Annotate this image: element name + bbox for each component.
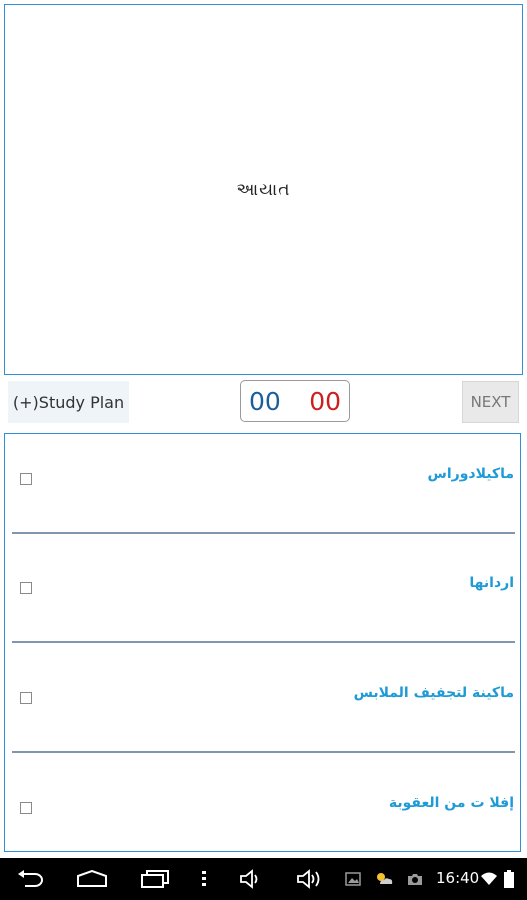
recent-apps-icon[interactable] bbox=[140, 866, 170, 892]
status-clock: 16:40 bbox=[436, 869, 480, 887]
back-icon[interactable] bbox=[16, 866, 46, 892]
option-label: ماكينة لتجفيف الملابس bbox=[353, 685, 514, 701]
weather-icon bbox=[374, 866, 394, 892]
study-plan-button[interactable]: (+)Study Plan bbox=[8, 381, 129, 423]
option-label: اردانها bbox=[469, 575, 514, 591]
question-card: આયાત bbox=[4, 4, 523, 375]
option-row[interactable]: ماكيلادوراس bbox=[5, 434, 520, 544]
wifi-icon bbox=[480, 866, 498, 892]
timer-seconds: 00 bbox=[309, 386, 341, 416]
timer-minutes: 00 bbox=[249, 386, 281, 416]
option-divider bbox=[12, 751, 515, 753]
next-button[interactable]: NEXT bbox=[462, 381, 519, 423]
option-checkbox[interactable] bbox=[20, 692, 32, 704]
option-divider bbox=[12, 532, 515, 534]
menu-icon[interactable] bbox=[196, 866, 212, 892]
volume-up-icon[interactable] bbox=[296, 866, 324, 892]
gallery-icon bbox=[344, 866, 362, 892]
volume-down-icon[interactable] bbox=[238, 866, 264, 892]
question-text: આયાત bbox=[236, 179, 291, 200]
option-row[interactable]: ماكينة لتجفيف الملابس bbox=[5, 654, 520, 764]
option-label: إفلا ت من العقوبة bbox=[388, 795, 514, 811]
timer: 00 00 bbox=[240, 380, 350, 422]
controls-bar: (+)Study Plan 00 00 NEXT bbox=[0, 378, 527, 426]
home-icon[interactable] bbox=[76, 866, 108, 892]
options-panel: ماكيلادوراس اردانها ماكينة لتجفيف الملاب… bbox=[4, 433, 521, 852]
option-checkbox[interactable] bbox=[20, 802, 32, 814]
battery-icon bbox=[502, 866, 516, 892]
camera-icon bbox=[406, 866, 424, 892]
system-navigation-bar: 16:40 bbox=[0, 858, 527, 900]
app-screen: આયાત (+)Study Plan 00 00 NEXT ماكيلادورا… bbox=[0, 0, 527, 900]
option-divider bbox=[12, 641, 515, 643]
option-row[interactable]: اردانها bbox=[5, 544, 520, 654]
option-checkbox[interactable] bbox=[20, 473, 32, 485]
option-label: ماكيلادوراس bbox=[427, 466, 514, 482]
option-checkbox[interactable] bbox=[20, 582, 32, 594]
